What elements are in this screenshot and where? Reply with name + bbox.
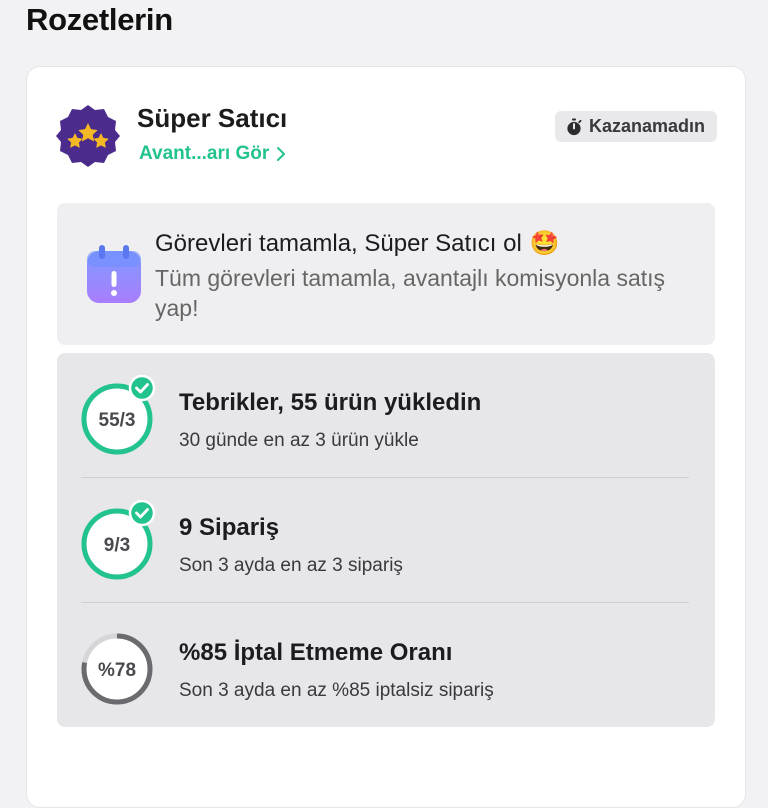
progress-ring-label: %78 — [98, 660, 136, 681]
task-subtitle: 30 günde en az 3 ürün yükle — [179, 430, 419, 451]
task-subtitle: Son 3 ayda en az 3 sipariş — [179, 555, 403, 576]
task-item: %78 %85 İptal Etmeme Oranı Son 3 ayda en… — [57, 603, 715, 727]
benefits-link[interactable]: Avant...arı Gör — [139, 143, 287, 165]
benefits-link-label: Avant...arı Gör — [139, 143, 270, 164]
task-subtitle: Son 3 ayda en az %85 iptalsiz sipariş — [179, 680, 494, 701]
task-title: %85 İptal Etmeme Oranı — [179, 639, 453, 666]
progress-ring: 55/3 — [81, 375, 156, 455]
progress-ring: %78 — [81, 633, 153, 705]
info-title-text: Görevleri tamamla, Süper Satıcı ol — [155, 229, 522, 257]
progress-ring: 9/3 — [81, 500, 156, 580]
badge-name: Süper Satıcı — [137, 103, 288, 133]
badge-card: Süper Satıcı Avant...arı Gör Kazanamadın — [26, 66, 746, 808]
info-title: Görevleri tamamla, Süper Satıcı ol 🤩 — [155, 229, 560, 258]
task-item: 9/3 9 Sipariş Son 3 ayda en az 3 sipariş — [57, 478, 715, 602]
info-box: Görevleri tamamla, Süper Satıcı ol 🤩 Tüm… — [57, 203, 715, 345]
check-icon — [128, 375, 156, 402]
page-title: Rozetlerin — [26, 2, 173, 37]
tasks-list: 55/3 Tebrikler, 55 ürün yükledin 30 günd… — [57, 353, 715, 727]
status-badge: Kazanamadın — [554, 111, 717, 142]
progress-ring-label: 9/3 — [104, 535, 130, 556]
calendar-alert-icon — [87, 245, 141, 303]
info-description: Tüm görevleri tamamla, avantajlı komisyo… — [155, 265, 666, 321]
stopwatch-icon — [567, 118, 582, 135]
progress-ring-label: 55/3 — [99, 410, 136, 431]
stars-badge-icon — [56, 105, 120, 167]
status-badge-label: Kazanamadın — [588, 116, 705, 136]
task-title: 9 Sipariş — [179, 514, 280, 541]
task-item: 55/3 Tebrikler, 55 ürün yükledin 30 günd… — [57, 353, 715, 477]
check-icon — [128, 500, 156, 527]
chevron-right-icon — [277, 147, 286, 161]
task-title: Tebrikler, 55 ürün yükledin — [179, 389, 482, 416]
badge-header: Süper Satıcı Avant...arı Gör Kazanamadın — [55, 101, 717, 171]
star-struck-emoji-icon: 🤩 — [529, 230, 560, 257]
